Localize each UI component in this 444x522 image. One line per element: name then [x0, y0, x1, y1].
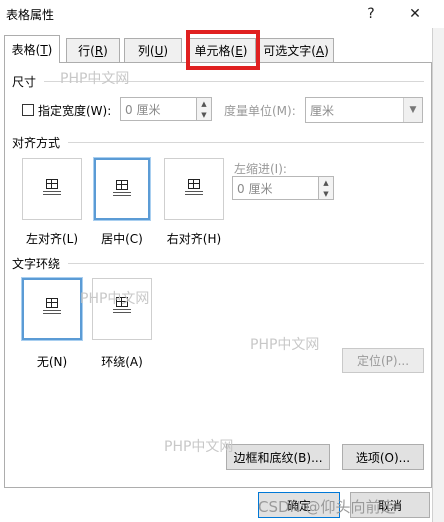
align-left-label: 左对齐(L) [25, 232, 79, 246]
size-heading: 尺寸 [12, 75, 37, 89]
indent-input[interactable]: 0 厘米 [232, 176, 320, 200]
wrap-none-icon [24, 298, 80, 314]
wrap-none-option[interactable] [21, 277, 83, 341]
specify-width-label: 指定宽度(W): [38, 104, 112, 118]
wrapping-heading: 文字环绕 [12, 257, 61, 271]
align-left-icon [23, 179, 81, 195]
divider [68, 263, 424, 264]
unit-label: 度量单位(M): [224, 104, 296, 118]
highlight-box [186, 30, 260, 70]
position-button[interactable]: 定位(P)... [342, 348, 424, 373]
alignment-heading: 对齐方式 [12, 136, 61, 150]
watermark: CSDN @仰头向前走 [258, 498, 396, 516]
options-button[interactable]: 选项(O)... [342, 444, 424, 470]
watermark: PHP中文网 [164, 439, 234, 455]
help-button[interactable]: ? [361, 4, 381, 24]
align-center-option[interactable] [93, 157, 151, 221]
wrap-none-label: 无(N) [36, 355, 68, 369]
specify-width-checkbox[interactable] [22, 104, 34, 116]
align-left-option[interactable] [22, 158, 82, 220]
align-center-label: 居中(C) [101, 232, 143, 246]
indent-label: 左缩进(I): [234, 162, 287, 176]
align-right-option[interactable] [164, 158, 224, 220]
tab-column[interactable]: 列(U) [124, 38, 182, 62]
window-title: 表格属性 [6, 8, 55, 22]
divider [68, 142, 424, 143]
watermark: PHP中文网 [80, 291, 150, 307]
width-input[interactable]: 0 厘米 [120, 97, 200, 121]
align-right-label: 右对齐(H) [166, 232, 222, 246]
align-center-icon [96, 180, 148, 196]
tab-table[interactable]: 表格(T) [4, 35, 60, 63]
chevron-down-icon[interactable]: ▼ [403, 98, 422, 122]
spin-up-icon[interactable]: ▲ [319, 177, 333, 188]
spin-up-icon[interactable]: ▲ [197, 98, 211, 109]
tab-panel [4, 62, 432, 488]
wrap-around-label: 环绕(A) [101, 355, 143, 369]
watermark: PHP中文网 [60, 71, 130, 87]
align-right-icon [165, 179, 223, 195]
watermark: PHP中文网 [250, 337, 320, 353]
background-window-strip [432, 28, 444, 522]
tab-alt-text[interactable]: 可选文字(A) [258, 38, 334, 62]
spin-down-icon[interactable]: ▼ [197, 109, 211, 120]
borders-shading-button[interactable]: 边框和底纹(B)... [226, 444, 330, 470]
indent-spinner[interactable]: ▲ ▼ [318, 176, 334, 200]
spin-down-icon[interactable]: ▼ [319, 188, 333, 199]
tab-row[interactable]: 行(R) [66, 38, 120, 62]
close-button[interactable]: ✕ [405, 4, 425, 24]
width-spinner[interactable]: ▲ ▼ [196, 97, 212, 121]
